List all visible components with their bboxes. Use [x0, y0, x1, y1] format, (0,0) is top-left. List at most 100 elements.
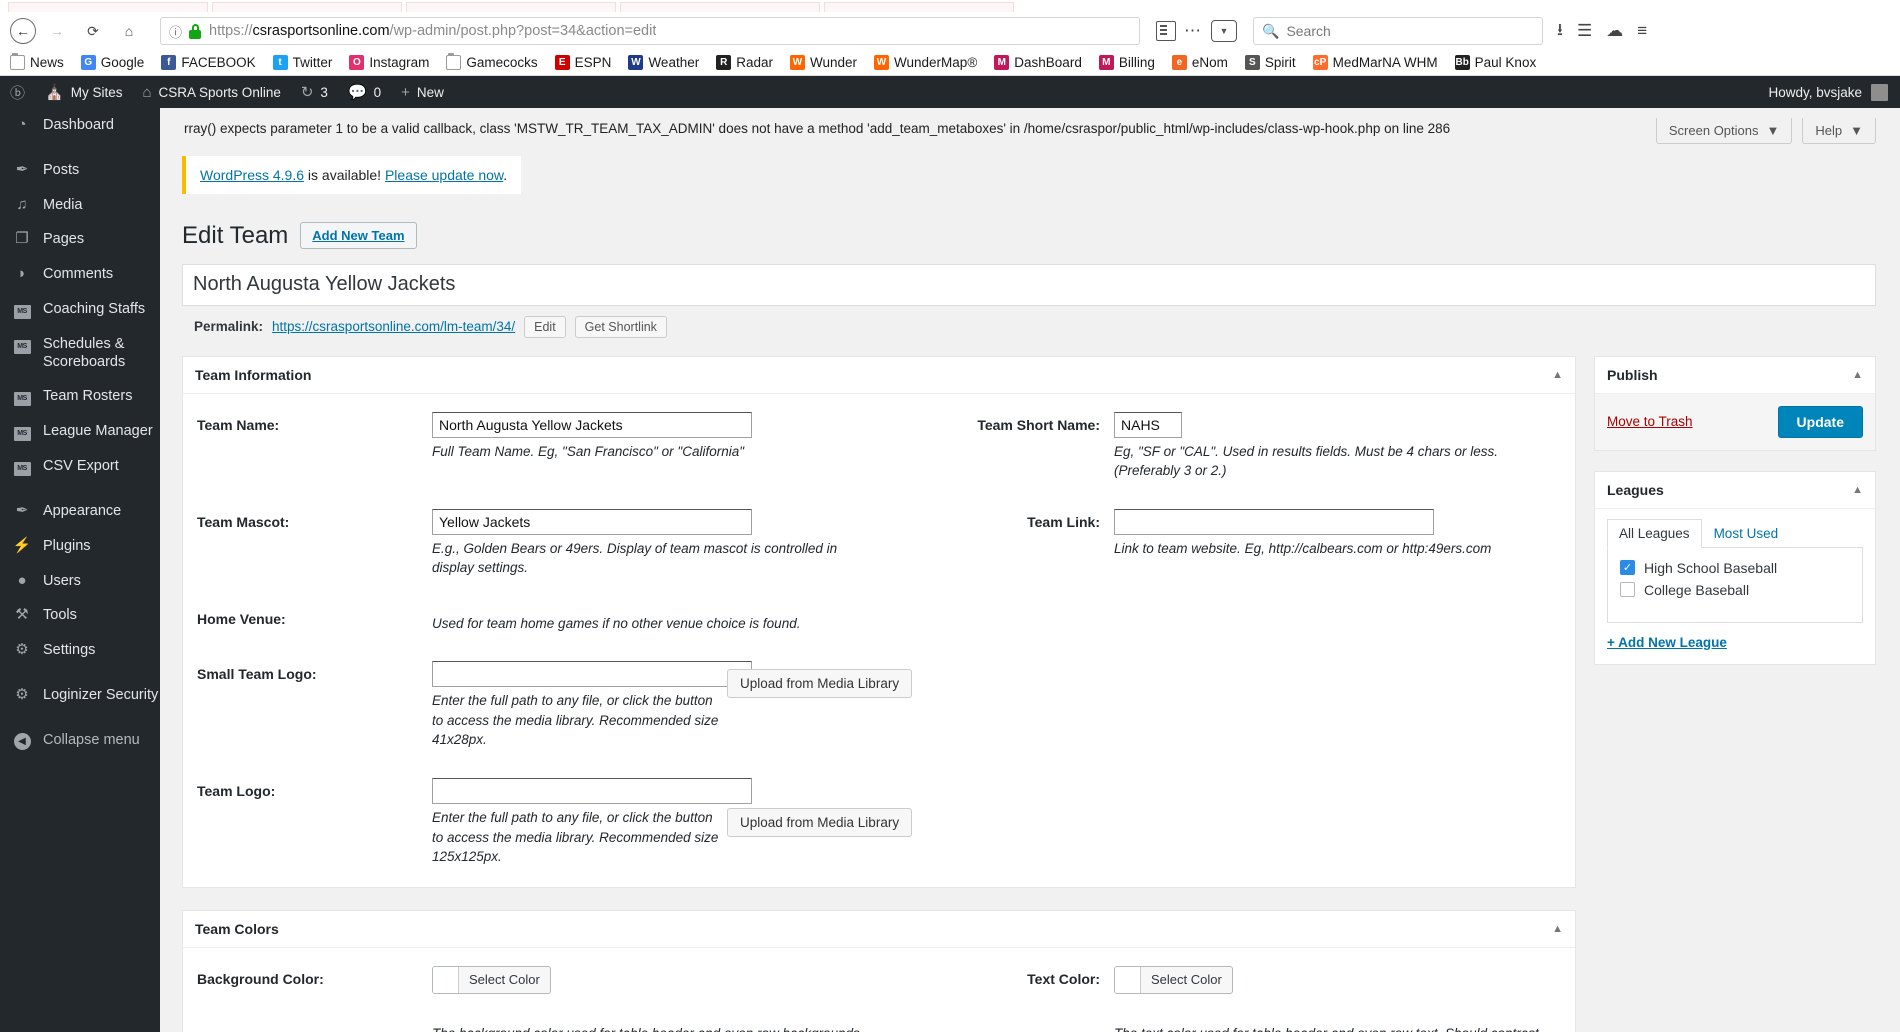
team-information-header[interactable]: Team Information ▲ [183, 357, 1575, 394]
bookmark-item[interactable]: f FACEBOOK [161, 55, 256, 70]
bookmark-item[interactable]: W WunderMap® [874, 55, 977, 70]
bookmark-item[interactable]: Gamecocks [446, 53, 538, 70]
bookmark-item[interactable]: Bb Paul Knox [1454, 55, 1536, 70]
sidebar-item-appearance[interactable]: ✒ Appearance [0, 494, 160, 529]
leagues-tabs[interactable]: All Leagues Most Used [1607, 518, 1863, 548]
chevron-up-icon[interactable]: ▲ [1552, 369, 1563, 381]
checkbox-icon[interactable] [1620, 582, 1635, 598]
league-checkbox-row[interactable]: College Baseball [1620, 579, 1850, 601]
chevron-up-icon[interactable]: ▲ [1852, 369, 1863, 381]
bookmark-item[interactable]: W Weather [628, 55, 699, 70]
post-title-input[interactable] [182, 263, 1876, 306]
page-info-icon[interactable]: ⓘ [169, 22, 182, 41]
wp-logo-menu[interactable]: ⓑ [0, 76, 35, 108]
permalink-url[interactable]: https://csrasportsonline.com/lm-team/34/ [272, 319, 515, 334]
browser-tab[interactable] [824, 2, 1014, 12]
sidebar-item-posts[interactable]: ✒ Posts [0, 153, 160, 188]
team-name-input[interactable] [432, 411, 752, 438]
help-button[interactable]: Help ▼ [1802, 118, 1876, 144]
bookmark-item[interactable]: M Billing [1098, 55, 1155, 70]
bookmark-item[interactable]: W Wunder [790, 55, 857, 70]
sidebar-item-comments[interactable]: ◗ Comments [0, 257, 160, 292]
sidebar-item-loginizer-security[interactable]: ⚙ Loginizer Security [0, 678, 160, 713]
sidebar-item-dashboard[interactable]: ◔ Dashboard [0, 108, 160, 143]
address-bar[interactable]: ⓘ https://csrasportsonline.com/wp-admin/… [160, 17, 1140, 45]
bookmark-item[interactable]: O Instagram [349, 55, 429, 70]
league-checkbox-row[interactable]: ✓ High School Baseball [1620, 557, 1850, 579]
chevron-up-icon[interactable]: ▲ [1852, 484, 1863, 496]
bookmark-item[interactable]: R Radar [716, 55, 773, 70]
admin-sidebar-menu[interactable]: ◔ Dashboard ✒ Posts ♫ Media ❐ Pages ◗ Comments MS C… [0, 108, 160, 1032]
sidebar-item-schedules-scoreboards[interactable]: MS Schedules & Scoreboards [0, 327, 160, 379]
update-button[interactable]: Update [1777, 405, 1863, 438]
bookmark-item[interactable]: e eNom [1171, 55, 1228, 70]
my-sites-menu[interactable]: ⛪ My Sites [35, 76, 132, 108]
bookmark-item[interactable]: News [10, 53, 64, 70]
background-color-button[interactable]: Select Color [459, 972, 550, 987]
get-shortlink-button[interactable]: Get Shortlink [574, 315, 667, 338]
edit-permalink-button[interactable]: Edit [524, 315, 566, 338]
browser-tab[interactable] [212, 2, 402, 12]
bookmark-item[interactable]: G Google [80, 55, 144, 70]
browser-tab[interactable] [406, 2, 616, 12]
sidebar-item-csv-export[interactable]: MS CSV Export [0, 449, 160, 484]
team-short-name-input[interactable] [1114, 411, 1182, 438]
sidebar-item-coaching-staffs[interactable]: MS Coaching Staffs [0, 292, 160, 327]
sidebar-item-settings[interactable]: ⚙ Settings [0, 633, 160, 668]
pocket-icon[interactable]: ▼ [1211, 20, 1237, 42]
move-to-trash-link[interactable]: Move to Trash [1607, 414, 1693, 429]
reload-icon[interactable]: ⟳ [78, 16, 108, 46]
team-mascot-input[interactable] [432, 508, 752, 535]
screen-options-button[interactable]: Screen Options ▼ [1655, 118, 1793, 144]
sidebar-item-media[interactable]: ♫ Media [0, 188, 160, 223]
leagues-tab-most-used[interactable]: Most Used [1702, 519, 1791, 548]
search-bar[interactable]: 🔍 Search [1253, 17, 1543, 45]
page-actions-icon[interactable]: ⋯ [1176, 21, 1211, 41]
team-logo-upload-button[interactable]: Upload from Media Library [727, 808, 913, 838]
leagues-box-header[interactable]: Leagues ▲ [1595, 472, 1875, 509]
bookmark-item[interactable]: cP MedMarNA WHM [1312, 55, 1438, 70]
add-new-team-button[interactable]: Add New Team [300, 222, 417, 250]
bookmark-item[interactable]: M DashBoard [994, 55, 1082, 70]
browser-tab[interactable] [620, 2, 820, 12]
team-logo-input[interactable] [432, 778, 752, 805]
browser-tab[interactable] [8, 2, 208, 12]
small-team-logo-upload-button[interactable]: Upload from Media Library [727, 669, 913, 699]
leagues-tab-all-leagues[interactable]: All Leagues [1607, 518, 1702, 548]
forward-icon[interactable]: → [42, 16, 72, 46]
team-link-input[interactable] [1114, 508, 1434, 535]
sidebar-item-users[interactable]: ● Users [0, 564, 160, 599]
back-icon[interactable]: ← [10, 18, 36, 44]
small-team-logo-input[interactable] [432, 661, 752, 688]
sidebar-item-league-manager[interactable]: MS League Manager [0, 414, 160, 449]
new-content-menu[interactable]: + New [391, 76, 454, 108]
text-color-picker[interactable]: Select Color [1114, 965, 1233, 994]
wordpress-version-link[interactable]: WordPress 4.9.6 [200, 167, 304, 183]
menu-icon[interactable]: ≡ [1637, 21, 1647, 41]
search-input[interactable]: Search [1286, 23, 1330, 39]
add-new-league-link[interactable]: + Add New League [1607, 635, 1727, 650]
publish-box-header[interactable]: Publish ▲ [1595, 357, 1875, 394]
sync-icon[interactable]: ☁ [1606, 21, 1623, 41]
sidebar-item-plugins[interactable]: ⚡ Plugins [0, 529, 160, 564]
reader-view-icon[interactable] [1156, 21, 1176, 41]
sidebar-item-team-rosters[interactable]: MS Team Rosters [0, 379, 160, 414]
updates-menu[interactable]: ↻ 3 [291, 76, 338, 108]
leagues-checklist[interactable]: ✓ High School Baseball College Baseball [1607, 546, 1863, 623]
text-color-button[interactable]: Select Color [1141, 972, 1232, 987]
library-icon[interactable]: ☰ [1577, 21, 1592, 41]
account-menu[interactable]: Howdy, bvsjake [1768, 83, 1900, 101]
site-name-menu[interactable]: ⌂ CSRA Sports Online [132, 76, 290, 108]
browser-tabstrip[interactable] [0, 0, 1900, 12]
sidebar-item-tools[interactable]: ⚒ Tools [0, 598, 160, 633]
update-now-link[interactable]: Please update now [385, 167, 503, 183]
home-icon[interactable]: ⌂ [114, 16, 144, 46]
chevron-up-icon[interactable]: ▲ [1552, 923, 1563, 935]
background-color-picker[interactable]: Select Color [432, 965, 551, 994]
bookmark-item[interactable]: S Spirit [1244, 55, 1296, 70]
bookmark-item[interactable]: E ESPN [554, 55, 611, 70]
checkbox-icon[interactable]: ✓ [1620, 560, 1635, 576]
bookmarks-bar[interactable]: News G Google f FACEBOOK t Twitter O Instagram Ga… [0, 50, 1900, 76]
sidebar-item-collapse-menu[interactable]: ◀ Collapse menu [0, 723, 160, 759]
sidebar-item-pages[interactable]: ❐ Pages [0, 222, 160, 257]
